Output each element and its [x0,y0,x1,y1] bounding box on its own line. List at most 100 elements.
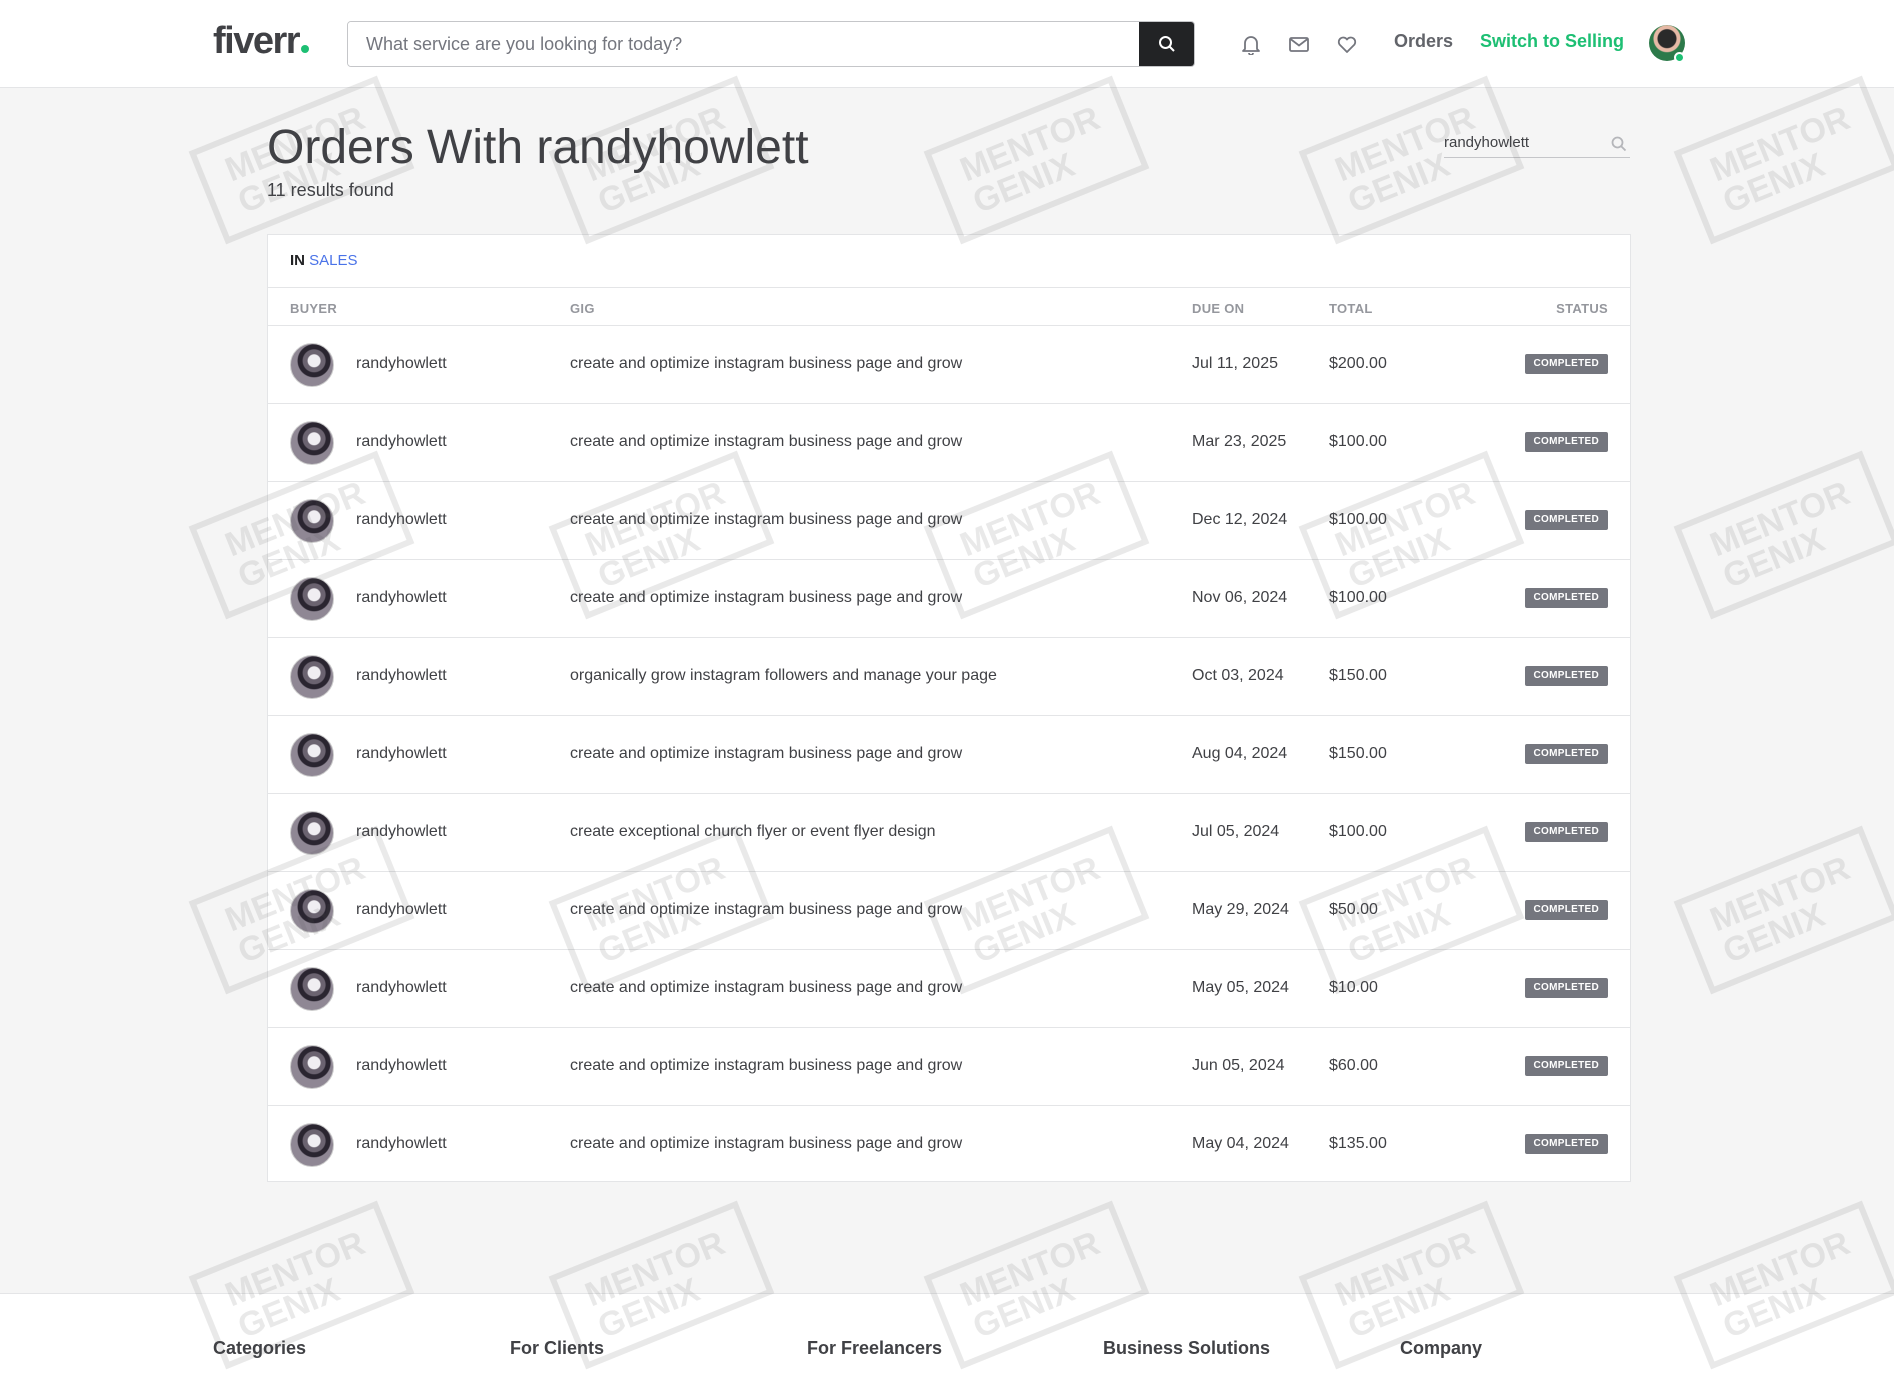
footer-business-solutions[interactable]: Business Solutions [1103,1338,1270,1359]
online-status-dot [1674,52,1685,63]
buyer-name[interactable]: randyhowlett [356,355,447,373]
watermark: MENTOR GENIX [1673,825,1894,995]
buyer-name[interactable]: randyhowlett [356,745,447,763]
buyer-name[interactable]: randyhowlett [356,901,447,919]
status-badge: COMPLETED [1524,354,1608,374]
buyer-avatar[interactable] [290,343,334,387]
gig-title[interactable]: create and optimize instagram business p… [570,511,962,529]
buyer-avatar[interactable] [290,733,334,777]
buyer-name[interactable]: randyhowlett [356,589,447,607]
search-input[interactable] [348,22,1140,66]
gig-title[interactable]: create and optimize instagram business p… [570,901,962,919]
status-badge: COMPLETED [1524,432,1608,452]
gig-title[interactable]: create and optimize instagram business p… [570,589,962,607]
notifications-button[interactable] [1237,30,1265,58]
table-row[interactable]: randyhowlett create and optimize instagra… [268,1106,1630,1184]
search-icon[interactable] [1610,135,1628,153]
order-total: $50.00 [1329,901,1378,918]
buyer-name[interactable]: randyhowlett [356,979,447,997]
messages-button[interactable] [1285,30,1313,58]
order-total: $150.00 [1329,745,1387,762]
buyer-avatar[interactable] [290,811,334,855]
buyer-avatar[interactable] [290,1045,334,1089]
due-date: Oct 03, 2024 [1192,667,1284,684]
buyer-name[interactable]: randyhowlett [356,433,447,451]
due-date: Jun 05, 2024 [1192,1057,1285,1074]
table-body: randyhowlett create and optimize instagra… [268,326,1630,1184]
page-title-prefix: Orders With [267,121,524,174]
filter-input[interactable] [1444,130,1604,154]
section-header: IN SALES [268,235,1630,288]
bell-icon [1242,36,1260,55]
gig-title[interactable]: create and optimize instagram business p… [570,1057,962,1075]
buyer-avatar[interactable] [290,499,334,543]
gig-title[interactable]: organically grow instagram followers and… [570,667,997,685]
buyer-name[interactable]: randyhowlett [356,823,447,841]
switch-to-selling-link[interactable]: Switch to Selling [1480,31,1624,52]
table-row[interactable]: randyhowlett create and optimize instagra… [268,326,1630,404]
order-total: $100.00 [1329,433,1387,450]
watermark: MENTOR GENIX [1673,450,1894,620]
buyer-avatar[interactable] [290,1123,334,1167]
order-total: $100.00 [1329,823,1387,840]
buyer-avatar[interactable] [290,889,334,933]
table-row[interactable]: randyhowlett create and optimize instagra… [268,482,1630,560]
table-row[interactable]: randyhowlett create and optimize instagra… [268,716,1630,794]
table-row[interactable]: randyhowlett create and optimize instagra… [268,560,1630,638]
results-count: 11 results found [267,180,394,200]
favorites-button[interactable] [1333,30,1361,58]
due-date: May 29, 2024 [1192,901,1289,918]
table-row[interactable]: randyhowlett create and optimize instagra… [268,872,1630,950]
buyer-avatar[interactable] [290,967,334,1011]
table-row[interactable]: randyhowlett create and optimize instagra… [268,404,1630,482]
column-header-due: DUE ON [1192,301,1245,316]
footer-for-freelancers[interactable]: For Freelancers [807,1338,942,1359]
status-badge: COMPLETED [1524,1056,1608,1076]
sales-link[interactable]: SALES [309,252,357,269]
watermark: MENTOR GENIX [1673,75,1894,245]
fiverr-logo[interactable]: fiverr [213,20,310,63]
due-date: Jul 05, 2024 [1192,823,1280,840]
order-total: $100.00 [1329,589,1387,606]
buyer-avatar[interactable] [290,655,334,699]
order-total: $150.00 [1329,667,1387,684]
gig-title[interactable]: create and optimize instagram business p… [570,1135,962,1153]
status-badge: COMPLETED [1524,1134,1608,1154]
due-date: Nov 06, 2024 [1192,589,1288,606]
due-date: Mar 23, 2025 [1192,433,1287,450]
order-total: $135.00 [1329,1135,1387,1152]
footer-for-clients[interactable]: For Clients [510,1338,604,1359]
buyer-name[interactable]: randyhowlett [356,1135,447,1153]
buyer-avatar[interactable] [290,577,334,621]
table-header: BUYER GIG DUE ON TOTAL STATUS [268,288,1630,326]
gig-title[interactable]: create exceptional church flyer or event… [570,823,936,841]
status-badge: COMPLETED [1524,588,1608,608]
table-row[interactable]: randyhowlett create and optimize instagra… [268,950,1630,1028]
nav-orders-link[interactable]: Orders [1394,31,1453,52]
gig-title[interactable]: create and optimize instagram business p… [570,355,962,373]
table-row[interactable]: randyhowlett organically grow instagram f… [268,638,1630,716]
gig-title[interactable]: create and optimize instagram business p… [570,433,962,451]
heart-icon [1337,36,1357,53]
buyer-name[interactable]: randyhowlett [356,1057,447,1075]
table-row[interactable]: randyhowlett create exceptional church fl… [268,794,1630,872]
due-date: May 04, 2024 [1192,1135,1289,1152]
buyer-name[interactable]: randyhowlett [356,511,447,529]
gig-title[interactable]: create and optimize instagram business p… [570,745,962,763]
status-badge: COMPLETED [1524,666,1608,686]
footer-categories[interactable]: Categories [213,1338,306,1359]
status-badge: COMPLETED [1524,900,1608,920]
orders-table-card: IN SALES BUYER GIG DUE ON TOTAL STATUS r… [267,234,1631,1182]
due-date: Jul 11, 2025 [1192,355,1278,372]
search-button[interactable] [1139,22,1194,66]
table-row[interactable]: randyhowlett create and optimize instagra… [268,1028,1630,1106]
footer-company[interactable]: Company [1400,1338,1482,1359]
order-total: $10.00 [1329,979,1378,996]
due-date: May 05, 2024 [1192,979,1289,996]
order-filter [1444,128,1630,158]
buyer-avatar[interactable] [290,421,334,465]
section-prefix: IN [290,252,305,269]
order-total: $60.00 [1329,1057,1378,1074]
gig-title[interactable]: create and optimize instagram business p… [570,979,962,997]
buyer-name[interactable]: randyhowlett [356,667,447,685]
